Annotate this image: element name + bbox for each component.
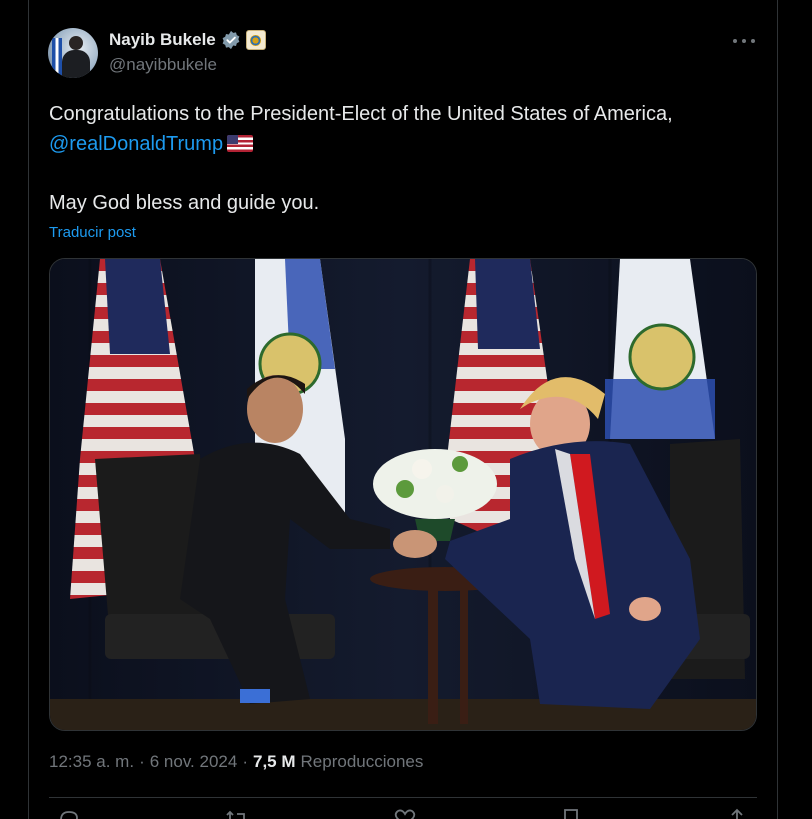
avatar-flag bbox=[52, 38, 62, 78]
mention-link[interactable]: @realDonaldTrump bbox=[49, 133, 223, 155]
meta-separator: · bbox=[139, 752, 145, 771]
views-count[interactable]: 7,5 M bbox=[253, 752, 296, 772]
views-label: Reproducciones bbox=[300, 752, 424, 771]
avatar[interactable] bbox=[48, 28, 98, 78]
tweet-date[interactable]: 6 nov. 2024 bbox=[150, 752, 238, 772]
reply-icon[interactable] bbox=[57, 808, 81, 819]
tweet-text-line2: May God bless and guide you. bbox=[49, 192, 320, 214]
author-name-row: Nayib Bukele bbox=[109, 30, 266, 50]
us-flag-emoji bbox=[227, 135, 254, 152]
bookmark-icon[interactable] bbox=[559, 808, 583, 819]
more-options-icon[interactable] bbox=[733, 34, 755, 48]
meta-separator: · bbox=[242, 752, 248, 771]
share-icon[interactable] bbox=[725, 808, 749, 819]
author-name[interactable]: Nayib Bukele bbox=[109, 30, 216, 50]
retweet-icon[interactable] bbox=[225, 808, 249, 819]
government-seal-icon[interactable] bbox=[245, 30, 266, 50]
tweet-text-line1: Congratulations to the President-Elect o… bbox=[49, 103, 673, 125]
tweet-meta: 12:35 a. m. · 6 nov. 2024 · 7,5 M Reprod… bbox=[49, 752, 423, 772]
photo-illustration bbox=[50, 259, 756, 730]
tweet-text: Congratulations to the President-Elect o… bbox=[49, 99, 769, 159]
like-icon[interactable] bbox=[393, 808, 417, 819]
action-bar bbox=[49, 808, 757, 819]
divider bbox=[49, 797, 757, 798]
translate-post-link[interactable]: Traducir post bbox=[49, 224, 136, 241]
author-handle[interactable]: @nayibbukele bbox=[109, 55, 217, 75]
tweet-photo[interactable] bbox=[49, 258, 757, 731]
tweet-time[interactable]: 12:35 a. m. bbox=[49, 752, 134, 772]
avatar-torso bbox=[62, 50, 90, 78]
verified-badge-icon[interactable] bbox=[221, 30, 241, 50]
avatar-head bbox=[69, 36, 83, 50]
